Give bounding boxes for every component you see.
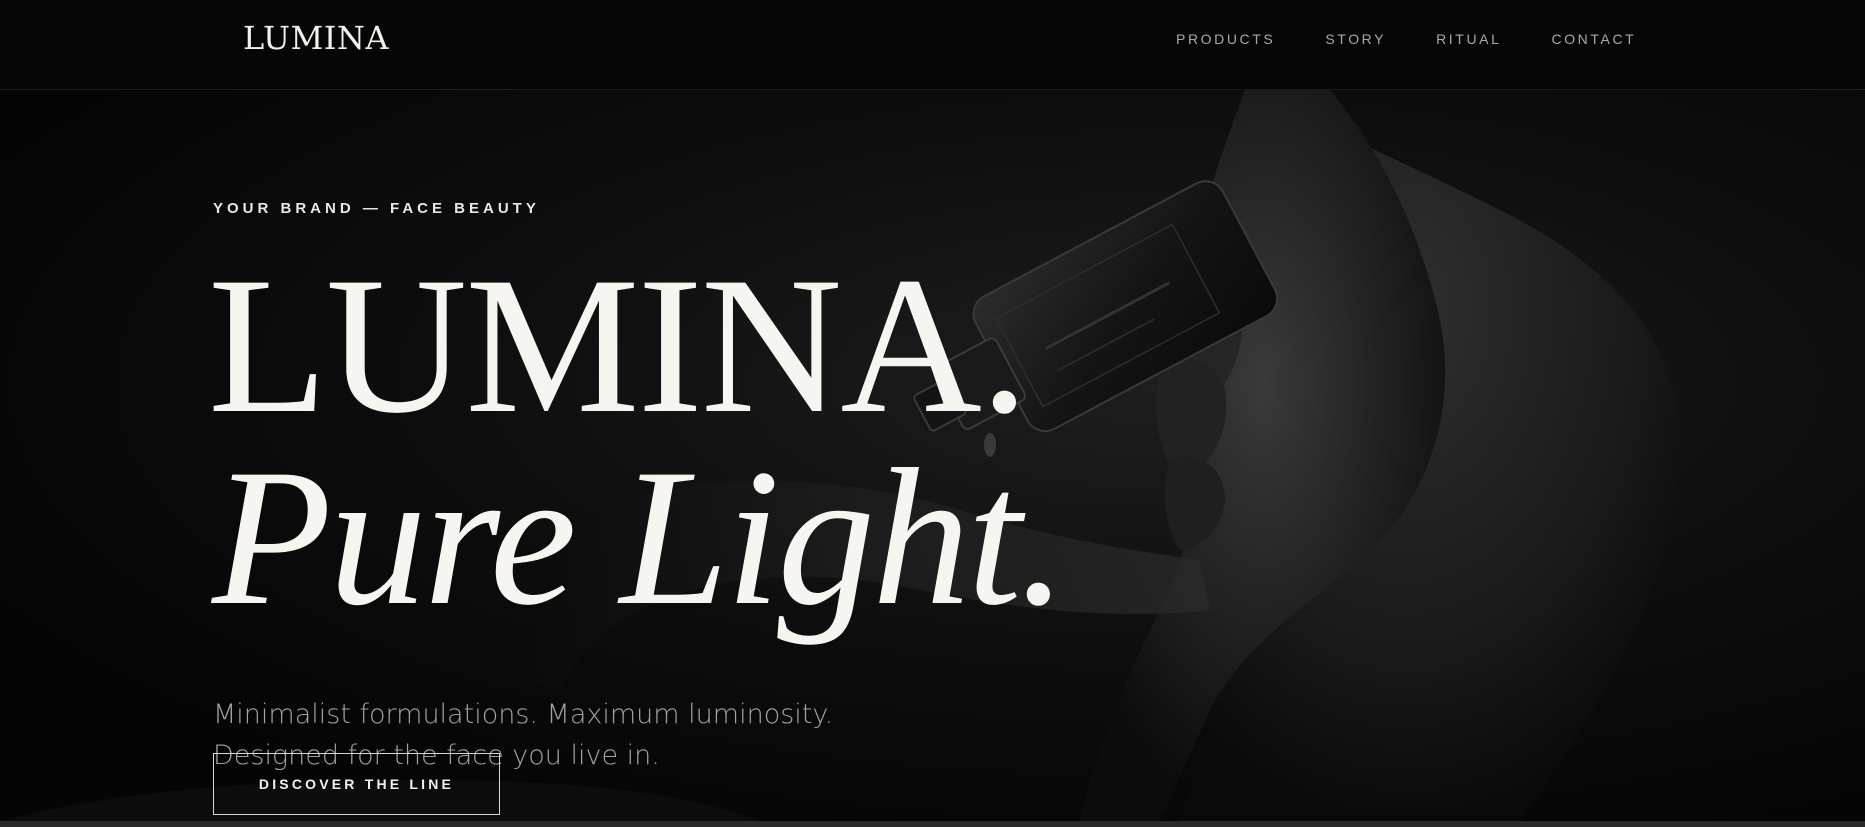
page-bottom-edge (0, 821, 1865, 827)
brand-logo[interactable]: LUMINA (243, 19, 389, 57)
hero-section: YOUR BRAND — FACE BEAUTY LUMINA. Pure Li… (0, 90, 1865, 821)
nav-item-products[interactable]: PRODUCTS (1176, 31, 1275, 47)
hero-headline-primary: LUMINA. (208, 237, 1029, 454)
hero-eyebrow: YOUR BRAND — FACE BEAUTY (213, 200, 540, 217)
nav-item-story[interactable]: STORY (1325, 31, 1386, 47)
hero-subtitle-line-1: Minimalist formulations. Maximum luminos… (213, 699, 834, 730)
discover-line-button[interactable]: DISCOVER THE LINE (213, 753, 500, 815)
main-nav: PRODUCTS STORY RITUAL CONTACT (1176, 31, 1686, 47)
nav-item-ritual[interactable]: RITUAL (1436, 31, 1501, 47)
site-header: LUMINA PRODUCTS STORY RITUAL CONTACT (0, 0, 1865, 90)
nav-item-contact[interactable]: CONTACT (1551, 31, 1636, 47)
hero-headline-secondary: Pure Light. (212, 429, 1068, 646)
